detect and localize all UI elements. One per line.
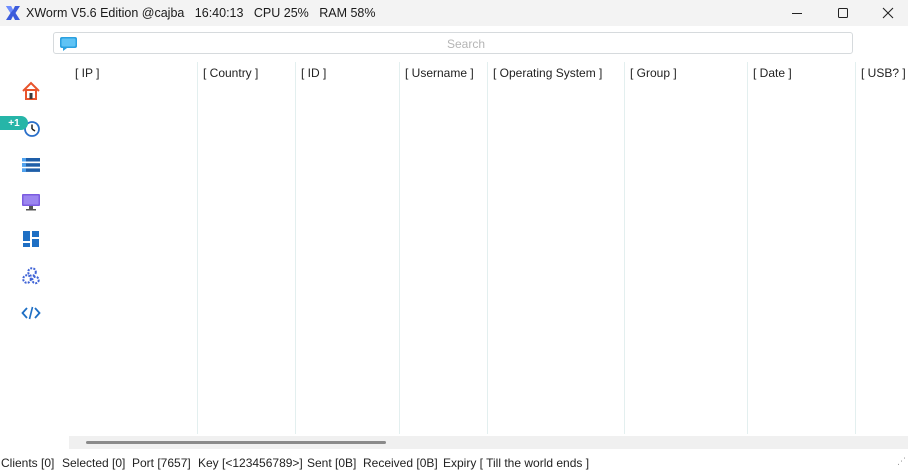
column-divider bbox=[197, 62, 198, 434]
column-header-date[interactable]: [ Date ] bbox=[753, 66, 792, 80]
minimize-icon bbox=[792, 13, 802, 14]
sidebar-item-settings[interactable] bbox=[20, 265, 42, 287]
column-header-username[interactable]: [ Username ] bbox=[405, 66, 474, 80]
column-header-id[interactable]: [ ID ] bbox=[301, 66, 326, 80]
notification-badge: +1 bbox=[0, 116, 28, 130]
code-icon bbox=[21, 306, 41, 320]
column-header-operating-system[interactable]: [ Operating System ] bbox=[493, 66, 602, 80]
column-header-ip[interactable]: [ IP ] bbox=[75, 66, 99, 80]
scrollbar-thumb[interactable] bbox=[86, 441, 386, 444]
clients-table[interactable]: [ IP ] [ Country ] [ ID ] [ Username ] [… bbox=[69, 62, 908, 434]
sidebar-item-monitor[interactable] bbox=[20, 191, 42, 213]
column-divider bbox=[855, 62, 856, 434]
list-icon bbox=[22, 158, 40, 172]
column-header-usb[interactable]: [ USB? ] bbox=[861, 66, 906, 80]
home-icon bbox=[22, 81, 40, 100]
horizontal-scrollbar[interactable] bbox=[69, 436, 908, 449]
close-icon bbox=[882, 7, 894, 19]
gears-icon bbox=[22, 267, 40, 285]
column-divider bbox=[624, 62, 625, 434]
xworm-logo-icon bbox=[6, 6, 20, 20]
close-button[interactable] bbox=[865, 0, 908, 26]
column-divider bbox=[747, 62, 748, 434]
search-bar bbox=[53, 32, 853, 55]
maximize-button[interactable] bbox=[820, 0, 866, 26]
resize-grip-icon[interactable]: ⋰ bbox=[897, 456, 906, 467]
sidebar-item-list[interactable] bbox=[20, 154, 42, 176]
column-header-country[interactable]: [ Country ] bbox=[203, 66, 258, 80]
chat-bubble-icon bbox=[60, 37, 77, 51]
column-header-group[interactable]: [ Group ] bbox=[630, 66, 677, 80]
title-bar: XWorm V5.6 Edition @cajba 16:40:13 CPU 2… bbox=[0, 0, 908, 26]
sidebar-item-dashboard[interactable] bbox=[20, 228, 42, 250]
status-bar: Clients [0] Selected [0] Port [7657] Key… bbox=[0, 452, 908, 470]
maximize-icon bbox=[838, 8, 848, 18]
column-divider bbox=[295, 62, 296, 434]
search-input[interactable] bbox=[84, 33, 848, 55]
column-divider bbox=[399, 62, 400, 434]
minimize-button[interactable] bbox=[774, 0, 820, 26]
window-title: XWorm V5.6 Edition @cajba 16:40:13 CPU 2… bbox=[26, 6, 376, 20]
dashboard-icon bbox=[23, 231, 39, 247]
sidebar-item-home[interactable] bbox=[20, 80, 42, 102]
sidebar-item-builder[interactable] bbox=[20, 302, 42, 324]
column-divider bbox=[487, 62, 488, 434]
monitor-icon bbox=[22, 194, 40, 211]
